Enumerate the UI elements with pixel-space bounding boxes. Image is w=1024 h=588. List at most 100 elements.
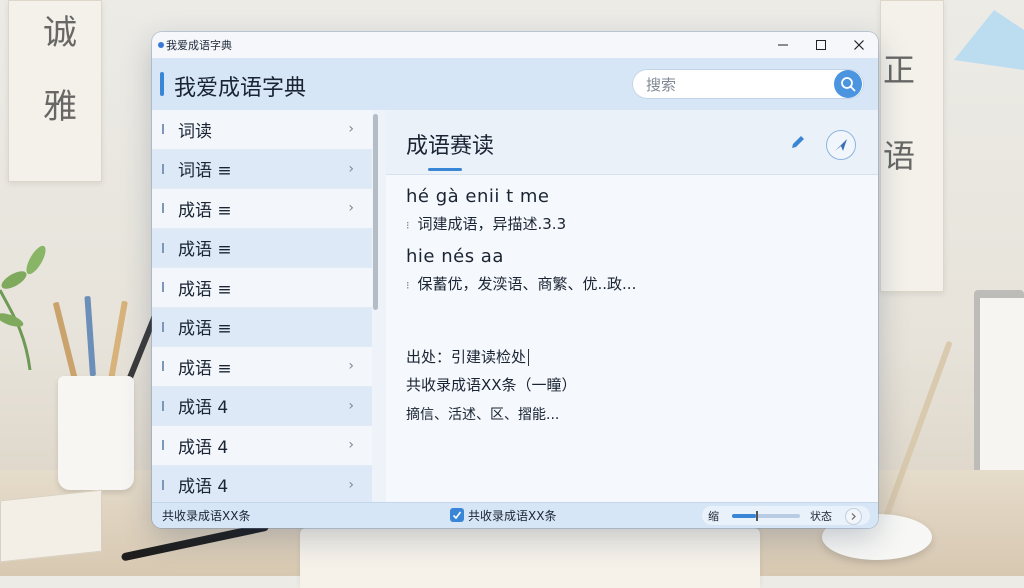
chevron-right-icon: › (348, 121, 354, 138)
sidebar-item[interactable]: 成语 4 › (152, 386, 372, 426)
status-bar: 共收录成语XX条 共收录成语XX条 缩 状态 (152, 502, 878, 528)
pencil-decoration (84, 295, 96, 377)
status-label: 状态 (810, 510, 832, 523)
sidebar-item-label: 成语 ≡ (178, 358, 232, 379)
sidebar-item-marker (162, 124, 164, 135)
chevron-right-icon: › (348, 397, 354, 414)
sidebar-list: 词读 › 词语 ≡ › 成语 ≡ › 成语 ≡ 成语 ≡ 成语 ≡ 成语 ≡ › 成语 4 › 成语 4 ›… (152, 110, 372, 503)
sidebar-item[interactable]: 词读 › (152, 110, 372, 150)
status-checkbox[interactable] (450, 508, 464, 522)
search-box (632, 69, 864, 99)
maximize-button[interactable] (802, 32, 840, 58)
close-button[interactable] (840, 32, 878, 58)
app-icon (158, 42, 164, 48)
count-line: 共收录成语XX条（一瞳） (406, 376, 577, 394)
sidebar-item[interactable]: 成语 ≡ › (152, 189, 372, 229)
pencil-decoration (108, 300, 128, 381)
title-bar[interactable]: 我爱成语字典 (152, 32, 878, 58)
app-header: 我爱成语字典 (152, 58, 878, 110)
notebook-decoration (0, 489, 102, 563)
sidebar-item-marker (162, 321, 164, 332)
sidebar-item-marker (162, 163, 164, 174)
zoom-slider-fill (732, 514, 756, 518)
checkmark-icon (452, 511, 462, 520)
content-panel: 成语赛读 hé gà enii t me ⁝ 词建成语，异描述.3.3 hie n… (386, 110, 878, 503)
share-button[interactable] (826, 130, 856, 160)
search-icon (841, 77, 856, 92)
sidebar-item-marker (162, 440, 164, 451)
sidebar-item[interactable]: 成语 ≡ (152, 268, 372, 308)
entry-1: hé gà enii t me ⁝ 词建成语，异描述.3.3 (406, 186, 566, 234)
entry-description-text: 词建成语，异描述.3.3 (417, 215, 567, 233)
source-text: 出处：引建读检处 (406, 348, 527, 366)
zoom-label: 缩 (708, 510, 719, 523)
sidebar-item-label: 成语 ≡ (178, 240, 232, 261)
sidebar-item-label: 成语 ≡ (178, 279, 232, 300)
sidebar-item[interactable]: 成语 ≡ (152, 228, 372, 268)
text-cursor (528, 349, 530, 366)
desk-lamp-shade-icon (954, 10, 1024, 70)
calligraphy-glyph-decoration: 语 (883, 137, 916, 175)
sidebar-item-label: 词读 (178, 121, 212, 142)
entry-description: ⁝ 保蓄优，发湙语、商繁、优..政... (406, 273, 636, 294)
status-left-text: 共收录成语XX条 (162, 509, 251, 523)
content-header: 成语赛读 (386, 110, 878, 175)
zoom-slider-handle[interactable] (755, 511, 758, 521)
entry-2: hie nés aa ⁝ 保蓄优，发湙语、商繁、优..政... (406, 246, 636, 294)
sidebar-item[interactable]: 成语 4 › (152, 426, 372, 466)
calligraphy-glyph-decoration: 诚 (43, 13, 77, 53)
source-line: 出处：引建读检处 (406, 346, 530, 367)
background-calligraphy-scroll: 诚 雅 (8, 0, 102, 182)
sidebar-item[interactable]: 成语 4 › (152, 465, 372, 503)
status-controls: 缩 状态 (702, 506, 870, 525)
entry-pinyin: hie nés aa (406, 246, 504, 267)
search-input[interactable] (644, 73, 828, 97)
content-heading: 成语赛读 (406, 134, 495, 159)
status-help-button[interactable] (845, 508, 862, 525)
sidebar-item-marker (162, 400, 164, 411)
sidebar-scrollbar-thumb[interactable] (373, 114, 378, 310)
tags-line: 摘信、活述、区、摺能... (406, 407, 560, 423)
sidebar-item-marker (162, 203, 164, 214)
sidebar-item[interactable]: 成语 ≡ (152, 307, 372, 347)
entry-description-text: 保蓄优，发湙语、商繁、优..政... (417, 275, 637, 293)
search-button[interactable] (834, 70, 862, 98)
chevron-right-icon: › (348, 200, 354, 217)
plant-decoration (0, 240, 60, 371)
pencil-cup (58, 376, 134, 490)
sidebar-item-label: 成语 ≡ (178, 319, 232, 340)
dictionary-app-window: 我爱成语字典 我爱成语字典 词读›词语 ≡›成语 ≡›成 (152, 32, 878, 528)
minimize-icon (778, 44, 788, 46)
open-book-decoration (300, 528, 760, 588)
sidebar-item-marker (162, 479, 164, 490)
window-title: 我爱成语字典 (166, 39, 232, 52)
bullet-icon: ⁝ (406, 279, 410, 292)
calligraphy-glyph-decoration: 正 (883, 51, 916, 89)
send-icon (835, 139, 847, 151)
sidebar-item-label: 成语 4 (178, 477, 229, 498)
chevron-right-icon: › (348, 160, 354, 177)
zoom-slider[interactable] (732, 511, 800, 521)
header-accent-bar (160, 72, 164, 96)
sidebar-item-marker (162, 282, 164, 293)
app-title: 我爱成语字典 (174, 76, 307, 101)
sidebar-item[interactable]: 词语 ≡ › (152, 149, 372, 189)
window-controls (764, 32, 878, 58)
maximize-icon (816, 40, 826, 50)
sidebar-item-marker (162, 242, 164, 253)
edit-button[interactable] (788, 132, 808, 152)
sidebar-item-label: 成语 4 (178, 398, 229, 419)
bullet-icon: ⁝ (406, 219, 410, 232)
status-center-text: 共收录成语XX条 (468, 509, 557, 523)
chevron-right-icon: › (348, 476, 354, 493)
chevron-right-icon: › (348, 437, 354, 454)
sidebar-item-label: 成语 ≡ (178, 200, 232, 221)
chevron-right-icon: › (348, 358, 354, 375)
sidebar-item[interactable]: 成语 ≡ › (152, 347, 372, 387)
minimize-button[interactable] (764, 32, 802, 58)
close-icon (854, 40, 864, 50)
sidebar-item-label: 成语 4 (178, 437, 229, 458)
pencil-icon (792, 136, 804, 148)
sidebar-item-marker (162, 361, 164, 372)
sidebar-item-label: 词语 ≡ (178, 161, 232, 182)
